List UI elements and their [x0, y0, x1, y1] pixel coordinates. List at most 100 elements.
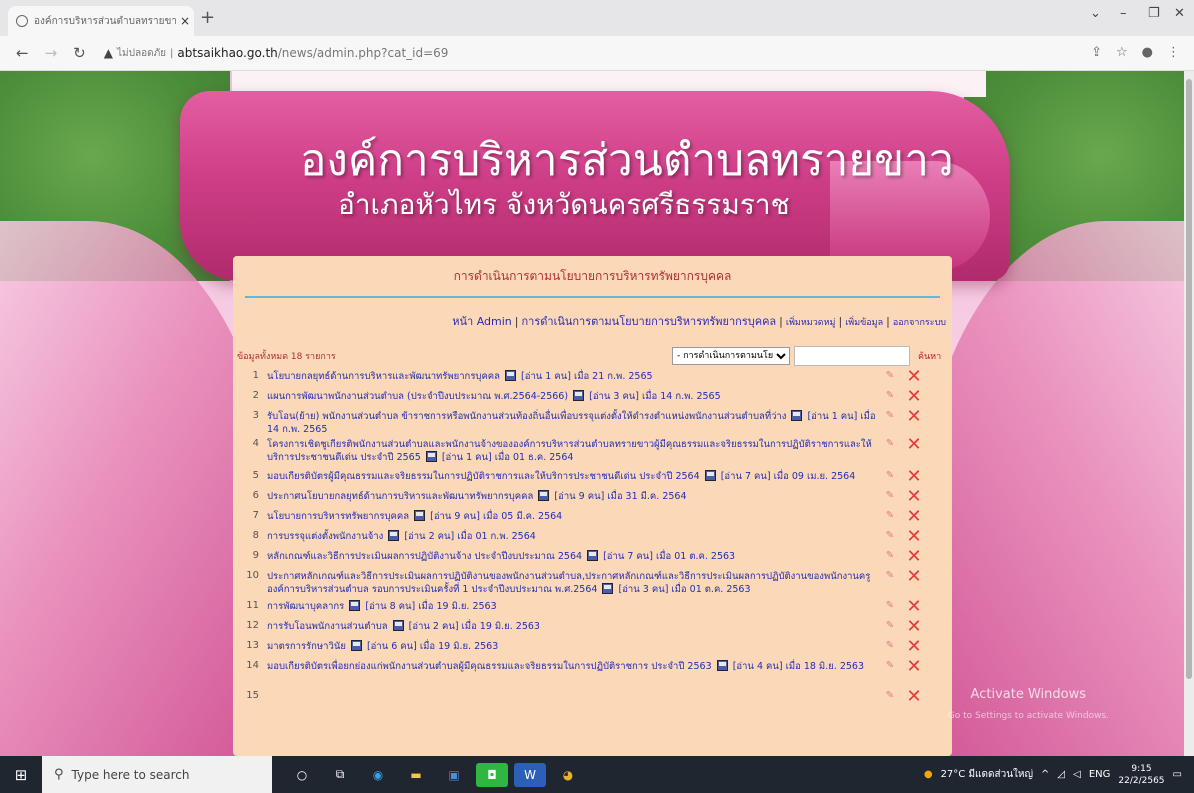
edit-icon[interactable]: ✎ — [879, 490, 901, 501]
item-title-link[interactable]: มอบเกียรติบัตรเพื่อยกย่องแก่พนักงานส่วนต… — [267, 661, 712, 672]
clock[interactable]: 9:15 22/2/2565 — [1118, 763, 1164, 787]
file-explorer-icon[interactable]: ▬ — [400, 763, 432, 787]
item-read-count: [อ่าน 7 คน] เมื่อ 09 เม.ย. 2564 — [720, 471, 856, 482]
add-category-link[interactable]: เพิ่มหมวดหมู่ — [786, 318, 836, 328]
weather-icon[interactable]: ● — [924, 769, 933, 780]
item-title-link[interactable]: รับโอน(ย้าย) พนักงานส่วนตำบล ข้าราชการหร… — [267, 411, 786, 422]
edit-icon[interactable]: ✎ — [879, 530, 901, 541]
delete-icon[interactable]: ✕ — [901, 488, 927, 506]
page-scrollbar[interactable] — [1184, 71, 1194, 756]
list-item: 13 มาตรการรักษาวินัย [อ่าน 6 คน] เมื่อ 19… — [233, 638, 952, 660]
item-title-link[interactable]: แผนการพัฒนาพนักงานส่วนตำบล (ประจำปีงบประ… — [267, 391, 568, 402]
delete-icon[interactable]: ✕ — [901, 408, 927, 426]
warning-triangle-icon[interactable]: ▲ — [104, 46, 113, 60]
edit-icon[interactable]: ✎ — [879, 390, 901, 401]
tray-chevron-icon[interactable]: ^ — [1041, 769, 1049, 780]
edit-icon[interactable]: ✎ — [879, 470, 901, 481]
minimize-icon[interactable]: – — [1120, 6, 1127, 21]
volume-icon[interactable]: ◁ — [1073, 769, 1081, 780]
delete-icon[interactable]: ✕ — [901, 658, 927, 676]
line-app-icon[interactable]: ◘ — [476, 762, 508, 787]
new-tab-button[interactable]: + — [200, 7, 215, 28]
edit-icon[interactable]: ✎ — [879, 620, 901, 631]
notification-icon[interactable]: ▭ — [1173, 769, 1182, 780]
task-view-icon[interactable]: ⧉ — [324, 763, 356, 787]
activation-watermark-title: Activate Windows — [970, 687, 1086, 702]
maximize-icon[interactable]: ❐ — [1148, 6, 1160, 21]
reload-icon[interactable]: ↻ — [73, 44, 86, 62]
item-title-link[interactable]: การรับโอนพนักงานส่วนตำบล — [267, 621, 388, 632]
delete-icon[interactable]: ✕ — [901, 388, 927, 406]
edit-icon[interactable]: ✎ — [879, 550, 901, 561]
delete-icon[interactable]: ✕ — [901, 548, 927, 566]
delete-icon[interactable]: ✕ — [901, 688, 927, 706]
windows-start-icon[interactable]: ⊞ — [0, 766, 42, 784]
edit-icon[interactable]: ✎ — [879, 410, 901, 421]
not-secure-label[interactable]: ไม่ปลอดภัย — [117, 46, 166, 61]
item-number: 6 — [252, 490, 259, 501]
item-title-link[interactable]: นโยบายการบริหารทรัพยากรบุคคล — [267, 511, 409, 522]
edit-icon[interactable]: ✎ — [879, 690, 901, 701]
edit-icon[interactable]: ✎ — [879, 660, 901, 671]
delete-icon[interactable]: ✕ — [901, 468, 927, 486]
item-read-count: [อ่าน 6 คน] เมื่อ 19 มิ.ย. 2563 — [366, 641, 499, 652]
edit-icon[interactable]: ✎ — [879, 438, 901, 449]
word-icon[interactable]: W — [514, 762, 546, 787]
language-indicator[interactable]: ENG — [1089, 769, 1111, 780]
address-bar[interactable]: abtsaikhao.go.th/news/admin.php?cat_id=6… — [177, 46, 448, 60]
edge-icon[interactable]: ◉ — [362, 763, 394, 787]
weather-text[interactable]: 27°C มีแดดส่วนใหญ่ — [941, 767, 1033, 782]
search-input[interactable] — [794, 346, 910, 366]
share-icon[interactable]: ⇪ — [1091, 45, 1102, 60]
bookmark-star-icon[interactable]: ☆ — [1116, 45, 1128, 60]
add-item-link[interactable]: เพิ่มข้อมูล — [845, 318, 883, 328]
edit-icon[interactable]: ✎ — [879, 600, 901, 611]
close-window-icon[interactable]: ✕ — [1174, 6, 1185, 21]
item-title-link[interactable]: มาตรการรักษาวินัย — [267, 641, 346, 652]
delete-icon[interactable]: ✕ — [901, 436, 927, 454]
chrome-icon[interactable]: ◕ — [552, 763, 584, 787]
list-item: 8 การบรรจุแต่งตั้งพนักงานจ้าง [อ่าน 2 คน]… — [233, 528, 952, 550]
edit-icon[interactable]: ✎ — [879, 640, 901, 651]
item-read-count: [อ่าน 8 คน] เมื่อ 19 มิ.ย. 2563 — [365, 601, 497, 612]
network-icon[interactable]: ◿ — [1057, 769, 1065, 780]
category-link[interactable]: การดำเนินการตามนโยบายการบริหารทรัพยากรบุ… — [522, 315, 777, 328]
menu-dots-icon[interactable]: ⋮ — [1167, 45, 1180, 60]
delete-icon[interactable]: ✕ — [901, 618, 927, 636]
delete-icon[interactable]: ✕ — [901, 638, 927, 656]
delete-icon[interactable]: ✕ — [901, 368, 927, 386]
delete-icon[interactable]: ✕ — [901, 568, 927, 586]
scrollbar-thumb[interactable] — [1186, 79, 1192, 679]
taskbar-search[interactable]: ⚲ Type here to search — [42, 756, 272, 793]
item-read-count: [อ่าน 2 คน] เมื่อ 19 มิ.ย. 2563 — [408, 621, 540, 632]
delete-icon[interactable]: ✕ — [901, 528, 927, 546]
edit-icon[interactable]: ✎ — [879, 570, 901, 581]
item-number: 12 — [246, 620, 259, 631]
forward-arrow-icon[interactable]: → — [45, 44, 58, 62]
cortana-icon[interactable]: ○ — [286, 763, 318, 787]
delete-icon[interactable]: ✕ — [901, 598, 927, 616]
edit-icon[interactable]: ✎ — [879, 510, 901, 521]
back-arrow-icon[interactable]: ← — [16, 44, 29, 62]
item-title-link[interactable]: นโยบายกลยุทธ์ด้านการบริหารและพัฒนาทรัพยา… — [267, 371, 500, 382]
list-item: 5 มอบเกียรติบัตรผู้มีคุณธรรมและจริยธรรมใน… — [233, 468, 952, 490]
logout-link[interactable]: ออกจากระบบ — [893, 318, 946, 328]
save-disk-icon — [716, 660, 728, 671]
item-title-link[interactable]: การพัฒนาบุคลากร — [267, 601, 344, 612]
search-button[interactable]: ค้นหา — [918, 349, 946, 363]
admin-home-link[interactable]: หน้า Admin — [452, 315, 512, 328]
item-title-link[interactable]: หลักเกณฑ์และวิธีการประเมินผลการปฏิบัติงา… — [267, 551, 582, 562]
profile-icon[interactable]: ● — [1142, 45, 1153, 60]
tab-search-chevron-icon[interactable]: ⌄ — [1090, 6, 1101, 21]
item-title-link[interactable]: การบรรจุแต่งตั้งพนักงานจ้าง — [267, 531, 383, 542]
edit-icon[interactable]: ✎ — [879, 370, 901, 381]
category-select[interactable]: - การดำเนินการตามนโย — [672, 347, 790, 365]
browser-tab[interactable]: องค์การบริหารส่วนตำบลทรายขาว อ. × — [8, 6, 194, 36]
delete-icon[interactable]: ✕ — [901, 508, 927, 526]
store-icon[interactable]: ▣ — [438, 763, 470, 787]
item-title-link[interactable]: มอบเกียรติบัตรผู้มีคุณธรรมและจริยธรรมในก… — [267, 471, 700, 482]
tab-close-icon[interactable]: × — [176, 14, 194, 28]
item-title-link[interactable]: ประกาศหลักเกณฑ์และวิธีการประเมินผลการปฏิ… — [267, 571, 870, 595]
item-title-link[interactable]: ประกาศนโยบายกลยุทธ์ด้านการบริหารและพัฒนา… — [267, 491, 533, 502]
save-disk-icon — [704, 470, 716, 481]
